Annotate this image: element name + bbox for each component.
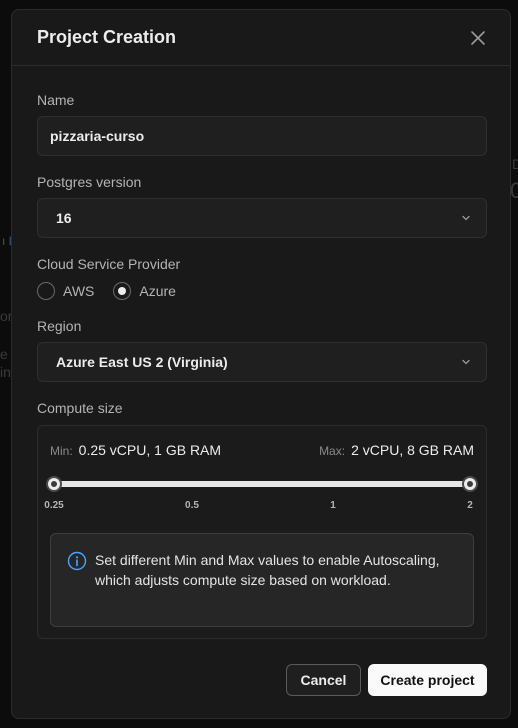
- create-project-button[interactable]: Create project: [368, 664, 487, 696]
- postgres-version-value: 16: [56, 210, 72, 226]
- compute-size-label: Compute size: [37, 400, 123, 416]
- autoscaling-info-callout: Set different Min and Max values to enab…: [50, 533, 474, 627]
- slider-tick-label: 2: [467, 500, 473, 511]
- azure-radio-label[interactable]: Azure: [139, 283, 176, 299]
- compute-max-readout: Max: 2 vCPU, 8 GB RAM: [319, 442, 474, 458]
- compute-slider-min-handle[interactable]: [46, 476, 62, 492]
- cloud-provider-radio-group: AWS Azure: [37, 281, 195, 301]
- compute-min-value: 0.25 vCPU, 1 GB RAM: [78, 442, 222, 458]
- slider-tick-label: 0.25: [44, 500, 64, 511]
- postgres-version-label: Postgres version: [37, 174, 142, 190]
- cloud-provider-label: Cloud Service Provider: [37, 256, 181, 272]
- compute-slider-track[interactable]: [54, 481, 470, 487]
- compute-min-key: Min:: [50, 444, 73, 458]
- cancel-button[interactable]: Cancel: [286, 664, 361, 696]
- chevron-down-icon: [462, 359, 470, 365]
- slider-tick-label: 0.5: [185, 500, 199, 511]
- name-label: Name: [37, 92, 75, 108]
- info-icon: [67, 551, 87, 571]
- autoscaling-info-text: Set different Min and Max values to enab…: [95, 552, 440, 588]
- compute-size-panel: Min: 0.25 vCPU, 1 GB RAM Max: 2 vCPU, 8 GB…: [37, 425, 487, 639]
- chevron-down-icon: [462, 215, 470, 221]
- project-name-input[interactable]: pizzaria-curso: [37, 116, 487, 156]
- compute-min-readout: Min: 0.25 vCPU, 1 GB RAM: [50, 442, 221, 458]
- aws-radio[interactable]: [37, 282, 55, 300]
- background-fragment: e: [0, 346, 8, 362]
- region-select[interactable]: Azure East US 2 (Virginia): [37, 342, 487, 382]
- close-icon[interactable]: [468, 28, 488, 48]
- region-value: Azure East US 2 (Virginia): [56, 354, 228, 370]
- background-fragment: D: [512, 156, 518, 172]
- azure-radio[interactable]: [113, 282, 132, 300]
- compute-max-value: 2 vCPU, 8 GB RAM: [351, 442, 474, 458]
- dialog-header: Project Creation: [12, 10, 510, 66]
- slider-tick-label: 1: [330, 500, 336, 511]
- background-fragment: in: [0, 364, 11, 380]
- aws-radio-label[interactable]: AWS: [63, 283, 94, 299]
- compute-slider-max-handle[interactable]: [462, 476, 478, 492]
- region-label: Region: [37, 318, 82, 334]
- background-fragment: 0: [510, 178, 518, 203]
- project-creation-dialog: Project Creation Name pizzaria-curso Pos…: [11, 9, 511, 719]
- postgres-version-select[interactable]: 16: [37, 198, 487, 238]
- dialog-title: Project Creation: [37, 27, 177, 47]
- compute-max-key: Max:: [319, 444, 346, 458]
